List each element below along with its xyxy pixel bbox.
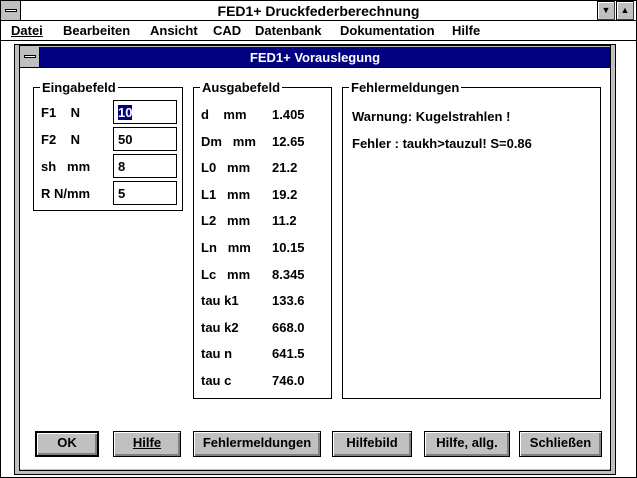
ausgabe-value: 12.65 (272, 133, 305, 149)
fehlermeldungen-button[interactable]: Fehlermeldungen (193, 431, 321, 457)
schliessen-button[interactable]: Schließen (519, 431, 602, 457)
fehler-group-title: Fehlermeldungen (349, 80, 462, 95)
menu-bar: Datei Bearbeiten Ansicht CAD Datenbank D… (1, 21, 636, 41)
dialog-title: FED1+ Vorauslegung (249, 50, 381, 65)
ausgabe-label: tau k1 (201, 293, 239, 309)
menu-datenbank[interactable]: Datenbank (255, 23, 321, 38)
ausgabe-value: 21.2 (272, 160, 298, 176)
menu-ansicht[interactable]: Ansicht (150, 23, 198, 38)
menu-datei-label: Datei (11, 23, 43, 38)
f1-input[interactable]: 10 (113, 100, 177, 124)
ausgabe-label: L0 mm (201, 160, 251, 176)
fehlermeldungen-button-label: Fehlermeldungen (202, 435, 312, 450)
ausgabe-value: 133.6 (272, 293, 305, 309)
r-value: 5 (118, 186, 126, 201)
ausgabe-value: 19.2 (272, 186, 298, 202)
f1-value: 10 (118, 105, 133, 120)
ausgabe-group-title: Ausgabefeld (200, 80, 283, 95)
dialog-window: FED1+ Vorauslegung Eingabefeld F1 N 10 F… (14, 44, 616, 475)
hilfe-button-label: Hilfe (132, 435, 162, 450)
ausgabe-value: 8.345 (272, 266, 305, 282)
menu-hilfe[interactable]: Hilfe (452, 23, 480, 38)
eingabe-label-f2: F2 N (41, 132, 81, 147)
sh-input[interactable]: 8 (113, 154, 177, 178)
fehler-message-fehler: Fehler : taukh>tauzul! S=0.86 (352, 136, 532, 151)
dialog-client: Eingabefeld F1 N 10 F2 N 50 sh mm 8 R N/… (20, 67, 610, 469)
hilfe-button[interactable]: Hilfe (113, 431, 181, 457)
ausgabe-value: 641.5 (272, 346, 305, 362)
minimize-button[interactable]: ▼ (597, 1, 615, 20)
eingabe-label-r: R N/mm (41, 186, 91, 201)
eingabe-label-sh: sh mm (41, 159, 91, 174)
f2-input[interactable]: 50 (113, 127, 177, 151)
ausgabe-value: 10.15 (272, 240, 305, 255)
ausgabe-value: 11.2 (272, 213, 297, 229)
title-bar[interactable]: FED1+ Druckfederberechnung ▼ ▲ (1, 1, 636, 21)
f2-value: 50 (118, 132, 133, 147)
r-input[interactable]: 5 (113, 181, 177, 205)
ausgabe-label: tau n (201, 346, 233, 362)
minimize-icon: ▼ (601, 5, 611, 15)
eingabe-label-f1: F1 N (41, 105, 81, 120)
eingabe-group-title: Eingabefeld (40, 80, 118, 95)
ausgabe-label: L2 mm (201, 213, 251, 229)
ausgabe-label: Dm mm (201, 133, 256, 149)
ausgabe-label: Lc mm (201, 266, 251, 282)
ausgabe-label: Ln mm (201, 240, 251, 255)
schliessen-button-label: Schließen (529, 435, 592, 450)
ausgabe-value: 1.405 (272, 107, 305, 122)
menu-dokumentation[interactable]: Dokumentation (340, 23, 435, 38)
ausgabe-label: d mm (201, 107, 247, 122)
eingabe-group: Eingabefeld F1 N 10 F2 N 50 sh mm 8 R N/… (33, 80, 183, 211)
ausgabe-value: 746.0 (272, 373, 305, 388)
fehler-message-warnung: Warnung: Kugelstrahlen ! (352, 109, 511, 124)
ausgabe-group: Ausgabefeld d mm 1.405 Dm mm 12.65 L0 mm 21.2… (193, 80, 332, 399)
ausgabe-label: L1 mm (201, 186, 251, 202)
ok-button[interactable]: OK (35, 431, 99, 457)
hilfebild-button-label: Hilfebild (346, 435, 398, 450)
maximize-icon: ▲ (620, 5, 630, 15)
hilfebild-button[interactable]: Hilfebild (332, 431, 412, 457)
window-title: FED1+ Druckfederberechnung (217, 3, 420, 19)
ausgabe-label: tau k2 (201, 319, 239, 335)
dialog-title-bar[interactable]: FED1+ Vorauslegung (20, 47, 610, 67)
ausgabe-label: tau c (201, 373, 232, 388)
menu-bearbeiten[interactable]: Bearbeiten (63, 23, 130, 38)
hilfe-allg-button-label: Hilfe, allg. (436, 435, 498, 450)
ausgabe-value: 668.0 (272, 319, 305, 335)
maximize-button[interactable]: ▲ (616, 1, 634, 20)
hilfe-allg-button[interactable]: Hilfe, allg. (424, 431, 510, 457)
menu-cad[interactable]: CAD (213, 23, 241, 38)
ok-button-label: OK (57, 435, 77, 450)
fehler-group: Fehlermeldungen Warnung: Kugelstrahlen !… (342, 80, 601, 399)
main-window: FED1+ Druckfederberechnung ▼ ▲ Datei Bea… (0, 0, 637, 478)
menu-datei[interactable]: Datei (11, 23, 43, 38)
sh-value: 8 (118, 159, 126, 174)
